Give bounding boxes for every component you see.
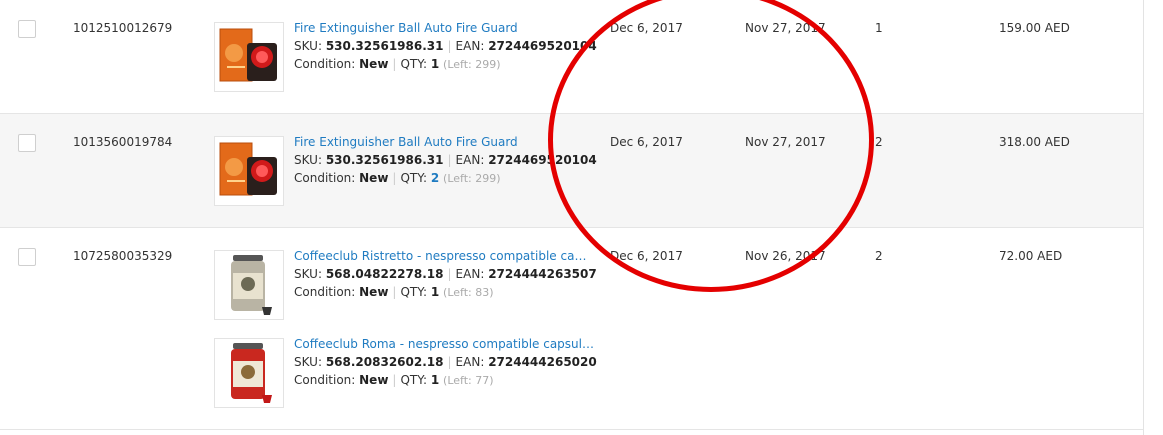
sku-label: SKU: (294, 267, 322, 281)
order-id: 1013560019784 (73, 135, 173, 149)
order-id: 1012510012679 (73, 21, 173, 35)
qty-label: QTY: (400, 285, 428, 299)
sku-ean-line: SKU: 568.20832602.18 | EAN: 2724444265020 (294, 353, 597, 371)
qty-value: 2 (430, 171, 440, 185)
fire-extinguisher-ball-image[interactable] (214, 22, 284, 92)
sku-ean-line: SKU: 568.04822278.18 | EAN: 2724444263507 (294, 265, 597, 283)
product-info: Fire Extinguisher Ball Auto Fire Guard S… (294, 19, 597, 74)
condition-qty-line: Condition: New | QTY: 1 (Left: 77) (294, 371, 594, 390)
separator: | (392, 285, 397, 299)
stock-left: (Left: 83) (443, 286, 494, 299)
product-name-link[interactable]: Coffeeclub Roma - nespresso compatible c… (294, 335, 594, 353)
stock-left: (Left: 299) (443, 58, 501, 71)
ean-label: EAN: (455, 153, 485, 167)
condition-qty-line: Condition: New | QTY: 2 (Left: 299) (294, 169, 594, 188)
ean-label: EAN: (455, 267, 485, 281)
condition-label: Condition: (294, 285, 356, 299)
product-name-link[interactable]: Fire Extinguisher Ball Auto Fire Guard (294, 19, 594, 37)
item-quantity: 2 (875, 135, 883, 149)
ean-value: 2724444265020 (488, 355, 597, 369)
order-id: 1072580035329 (73, 249, 173, 263)
sku-label: SKU: (294, 355, 322, 369)
product-thumbnail-icon (215, 137, 283, 205)
sku-label: SKU: (294, 153, 322, 167)
condition-qty-line: Condition: New | QTY: 1 (Left: 83) (294, 283, 594, 302)
product-thumbnail-icon (215, 251, 283, 319)
product-info: Coffeeclub Roma - nespresso compatible c… (294, 335, 597, 390)
ean-value: 2724444263507 (488, 267, 597, 281)
separator: | (392, 373, 397, 387)
ean-value: 2724469520104 (488, 39, 597, 53)
item-quantity: 2 (875, 249, 883, 263)
row-checkbox[interactable] (18, 134, 36, 152)
sku-value: 568.04822278.18 (325, 267, 444, 281)
stock-left: (Left: 77) (443, 374, 494, 387)
separator: | (447, 355, 452, 369)
order-total: 318.00 AED (999, 135, 1070, 149)
ean-value: 2724469520104 (488, 153, 597, 167)
table-row[interactable]: 1072580035329 Coffeeclub Ristretto - nes… (0, 228, 1143, 430)
product-thumbnail-icon (215, 23, 283, 91)
qty-label: QTY: (400, 373, 428, 387)
condition-value: New (359, 57, 389, 71)
sku-ean-line: SKU: 530.32561986.31 | EAN: 2724469520104 (294, 37, 597, 55)
condition-label: Condition: (294, 373, 356, 387)
qty-value: 1 (430, 285, 440, 299)
separator: | (447, 153, 452, 167)
qty-value: 1 (430, 57, 440, 71)
sku-value: 530.32561986.31 (325, 153, 444, 167)
row-checkbox[interactable] (18, 248, 36, 266)
qty-value: 1 (430, 373, 440, 387)
purchase-date: Nov 27, 2017 (745, 21, 826, 35)
purchase-date: Nov 27, 2017 (745, 135, 826, 149)
qty-label: QTY: (400, 171, 428, 185)
table-row[interactable]: 1013560019784 Fire Extinguisher Ball Aut… (0, 114, 1143, 228)
product-thumbnail-icon (215, 339, 283, 407)
order-date: Dec 6, 2017 (610, 21, 683, 35)
coffee-capsule-jar-red-image[interactable] (214, 338, 284, 408)
product-name-link[interactable]: Coffeeclub Ristretto - nespresso compati… (294, 247, 594, 265)
item-quantity: 1 (875, 21, 883, 35)
separator: | (392, 57, 397, 71)
qty-label: QTY: (400, 57, 428, 71)
sku-value: 568.20832602.18 (325, 355, 444, 369)
condition-label: Condition: (294, 57, 356, 71)
separator: | (447, 267, 452, 281)
condition-qty-line: Condition: New | QTY: 1 (Left: 299) (294, 55, 594, 74)
separator: | (392, 171, 397, 185)
orders-table: 1012510012679 Fire Extinguisher Ball Aut… (0, 0, 1143, 435)
table-row[interactable]: 1012510012679 Fire Extinguisher Ball Aut… (0, 0, 1143, 114)
stock-left: (Left: 299) (443, 172, 501, 185)
condition-value: New (359, 373, 389, 387)
ean-label: EAN: (455, 355, 485, 369)
sku-value: 530.32561986.31 (325, 39, 444, 53)
sku-label: SKU: (294, 39, 322, 53)
order-total: 159.00 AED (999, 21, 1070, 35)
product-name-link[interactable]: Fire Extinguisher Ball Auto Fire Guard (294, 133, 594, 151)
product-info: Fire Extinguisher Ball Auto Fire Guard S… (294, 133, 597, 188)
coffee-capsule-jar-image[interactable] (214, 250, 284, 320)
order-date: Dec 6, 2017 (610, 135, 683, 149)
condition-value: New (359, 171, 389, 185)
row-checkbox[interactable] (18, 20, 36, 38)
condition-label: Condition: (294, 171, 356, 185)
ean-label: EAN: (455, 39, 485, 53)
purchase-date: Nov 26, 2017 (745, 249, 826, 263)
condition-value: New (359, 285, 389, 299)
sku-ean-line: SKU: 530.32561986.31 | EAN: 2724469520104 (294, 151, 597, 169)
vertical-scrollbar[interactable] (1143, 0, 1163, 435)
product-info: Coffeeclub Ristretto - nespresso compati… (294, 247, 597, 302)
fire-extinguisher-ball-image[interactable] (214, 136, 284, 206)
separator: | (447, 39, 452, 53)
order-date: Dec 6, 2017 (610, 249, 683, 263)
order-total: 72.00 AED (999, 249, 1063, 263)
